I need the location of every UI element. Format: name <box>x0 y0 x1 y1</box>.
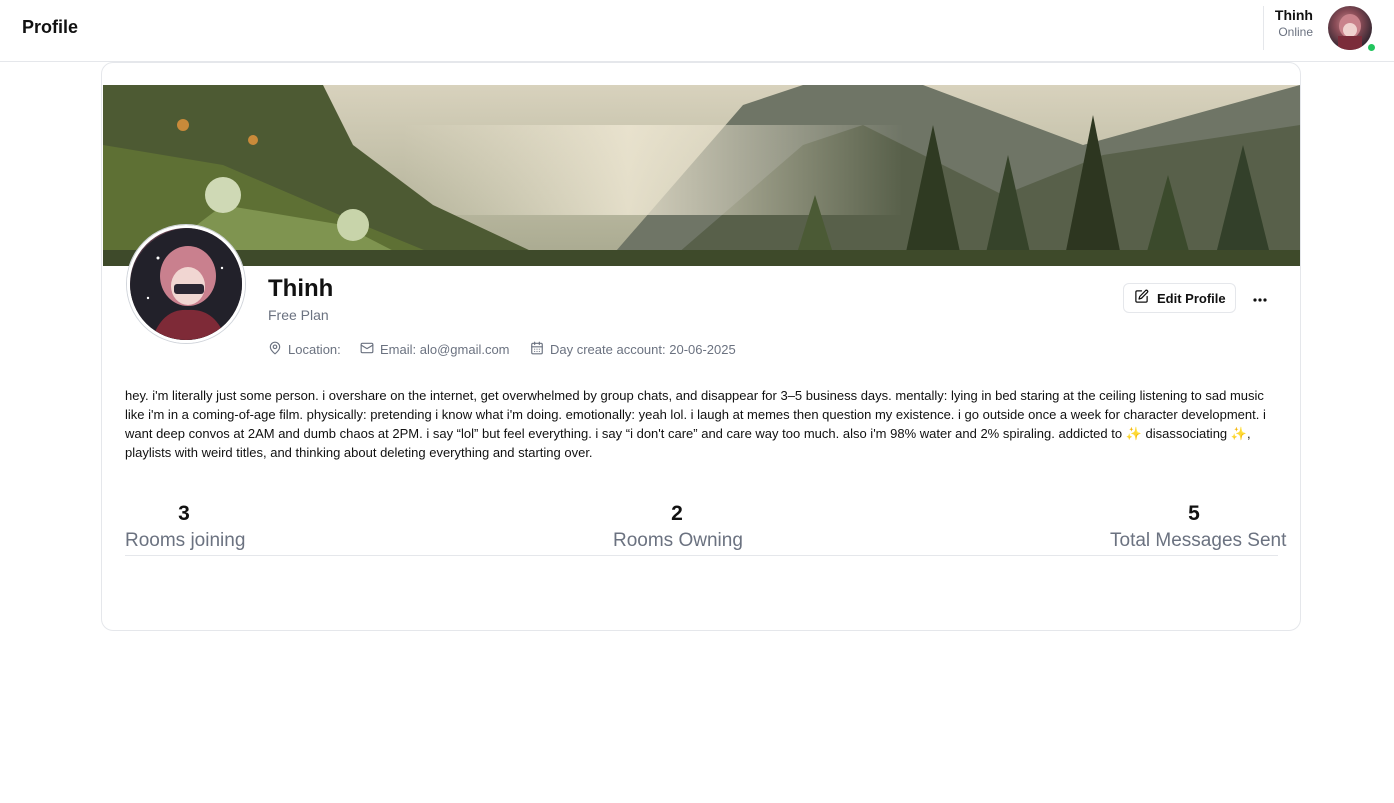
mail-icon <box>360 341 374 358</box>
edit-profile-button[interactable]: Edit Profile <box>1123 283 1236 313</box>
stat-value: 2 <box>671 502 683 525</box>
stat-value: 3 <box>178 502 190 525</box>
stat-rooms-joining: 3 Rooms joining <box>125 500 246 554</box>
profile-plan: Free Plan <box>268 307 329 323</box>
calendar-icon <box>530 341 544 358</box>
profile-created-date: Day create account: 20-06-2025 <box>530 341 736 358</box>
header-avatar[interactable] <box>1328 6 1372 50</box>
created-date-text: Day create account: 20-06-2025 <box>550 342 736 357</box>
stat-total-messages: 5 Total Messages Sent <box>1110 500 1287 554</box>
header-user-name: Thinh <box>1274 7 1313 23</box>
stat-value: 5 <box>1188 502 1200 525</box>
profile-banner <box>103 85 1300 266</box>
stat-label: Rooms Owning <box>613 530 743 551</box>
more-options-button[interactable] <box>1247 285 1273 311</box>
edit-icon <box>1134 289 1149 307</box>
header-user-status: Online <box>1278 25 1313 39</box>
location-text: Location: <box>288 342 341 357</box>
page-title: Profile <box>22 17 79 37</box>
location-icon <box>268 341 282 358</box>
stat-label: Total Messages Sent <box>1110 530 1287 551</box>
header-divider <box>1263 6 1264 50</box>
stats-divider <box>125 555 1278 556</box>
profile-location: Location: <box>268 341 341 358</box>
profile-name: Thinh <box>268 275 334 302</box>
stat-label: Rooms joining <box>125 530 246 551</box>
online-status-dot <box>1366 42 1377 53</box>
profile-avatar[interactable] <box>127 225 245 343</box>
email-text: Email: alo@gmail.com <box>380 342 510 357</box>
edit-profile-label: Edit Profile <box>1157 290 1226 306</box>
profile-card: Thinh Free Plan Edit Profile Location: E… <box>101 62 1301 631</box>
top-bar: Profile Thinh Online <box>0 0 1394 62</box>
stat-rooms-owning: 2 Rooms Owning <box>613 500 743 554</box>
more-icon <box>1253 289 1267 307</box>
profile-bio: hey. i'm literally just some person. i o… <box>125 388 1266 460</box>
profile-email: Email: alo@gmail.com <box>360 341 510 358</box>
